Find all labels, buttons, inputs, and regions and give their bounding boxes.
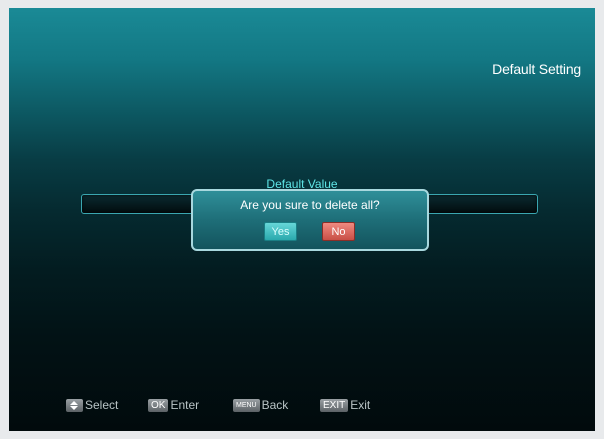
confirm-dialog: Are you sure to delete all? Yes No (191, 189, 429, 251)
hint-label: Exit (350, 398, 371, 412)
hint-exit: EXIT Exit (320, 397, 370, 413)
dialog-message: Are you sure to delete all? (240, 198, 380, 212)
exit-key-icon: EXIT (320, 398, 349, 412)
yes-button[interactable]: Yes (264, 222, 297, 241)
hint-label: Select (85, 398, 119, 412)
footer-hints: Select OK Enter MENU Back EXIT Exit (9, 397, 595, 413)
page-title: Default Setting (492, 61, 581, 77)
tv-screen: Default Setting Default Value Are you su… (9, 8, 595, 431)
hint-enter: OK Enter (148, 397, 199, 413)
up-down-arrows-icon (66, 398, 83, 412)
hint-select: Select (66, 397, 118, 413)
menu-key-icon: MENU (233, 398, 260, 412)
no-button[interactable]: No (322, 222, 355, 241)
hint-label: Enter (170, 398, 200, 412)
ok-key-icon: OK (148, 398, 169, 412)
hint-back: MENU Back (233, 397, 288, 413)
hint-label: Back (261, 398, 289, 412)
